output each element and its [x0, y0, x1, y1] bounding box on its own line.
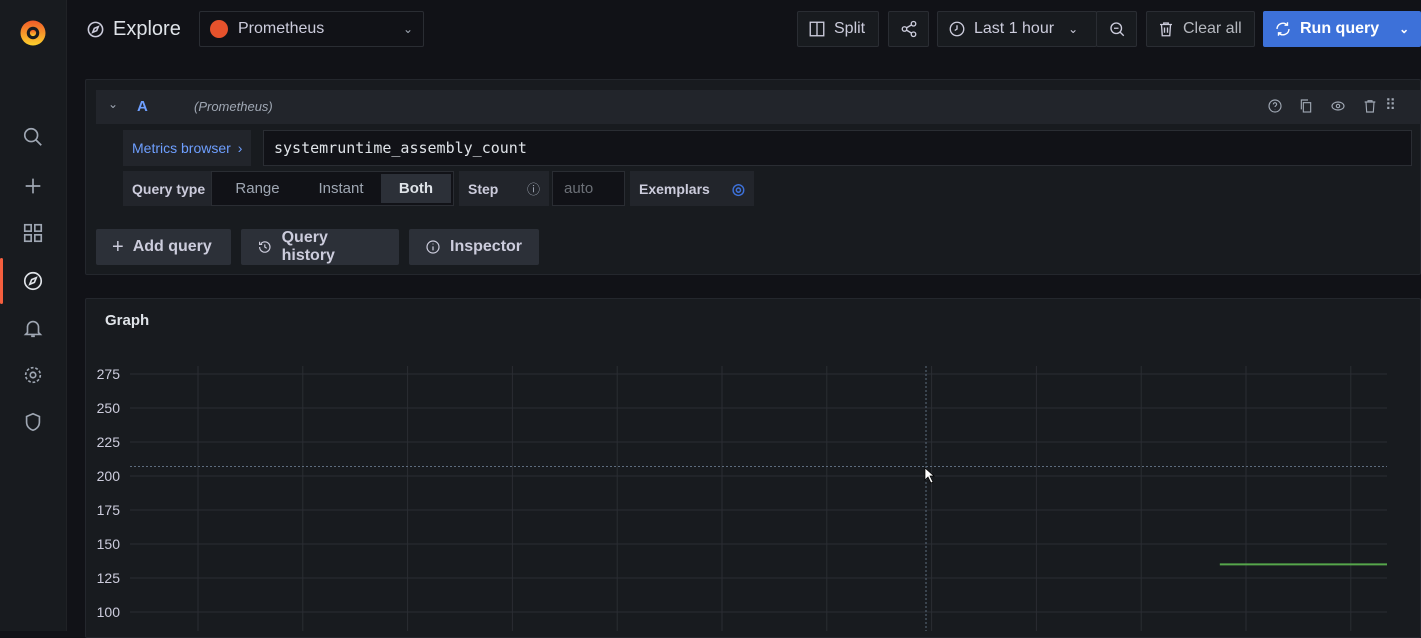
datasource-name: Prometheus	[238, 20, 325, 37]
time-range-picker[interactable]: Last 1 hour ⌄	[937, 11, 1097, 47]
step-input[interactable]: auto	[552, 171, 625, 206]
info-icon[interactable]: ⓘ	[527, 179, 540, 198]
search-icon[interactable]	[20, 124, 46, 150]
step-label: Step ⓘ	[459, 171, 549, 206]
help-icon[interactable]	[1267, 98, 1283, 119]
query-row-header	[96, 90, 1421, 124]
page-title-text: Explore	[113, 18, 181, 40]
bell-icon[interactable]	[20, 315, 46, 341]
chevron-down-icon: ⌄	[402, 22, 413, 36]
run-query-button[interactable]: Run query ⌄	[1263, 11, 1421, 47]
eye-icon[interactable]	[1330, 98, 1346, 119]
graph-title: Graph	[105, 312, 150, 329]
share-icon	[901, 20, 916, 38]
query-type-radio-group: Range Instant Both	[211, 171, 454, 206]
trash-icon	[1160, 22, 1172, 37]
sidebar	[0, 0, 67, 631]
collapse-chevron-icon[interactable]: ⌄	[108, 97, 118, 111]
query-ref-id[interactable]: A	[137, 98, 148, 115]
step-label-text: Step	[468, 180, 499, 197]
query-datasource-hint: (Prometheus)	[194, 99, 273, 114]
metrics-browser-label: Metrics browser	[132, 140, 231, 156]
clear-all-button[interactable]: Clear all	[1146, 11, 1255, 47]
inspector-button[interactable]: Inspector	[409, 229, 539, 265]
y-tick-label: 200	[97, 468, 121, 484]
clock-icon	[949, 21, 965, 37]
drag-handle-icon[interactable]: ⠿	[1385, 96, 1396, 114]
trash-icon[interactable]	[1362, 98, 1378, 119]
time-range-label: Last 1 hour	[974, 20, 1055, 37]
zoom-out-icon	[1109, 22, 1124, 37]
shield-icon[interactable]	[20, 409, 46, 435]
query-history-label: Query history	[281, 229, 335, 264]
split-button[interactable]: Split	[797, 11, 879, 47]
query-type-both[interactable]: Both	[381, 174, 451, 203]
page-title: Explore	[86, 18, 181, 41]
prometheus-icon	[210, 20, 228, 38]
grafana-logo-icon[interactable]	[18, 16, 48, 50]
datasource-picker[interactable]: Prometheus ⌄	[199, 11, 424, 47]
y-tick-label: 250	[97, 400, 121, 416]
y-tick-label: 125	[97, 570, 121, 586]
gear-icon[interactable]	[20, 362, 46, 388]
info-icon	[426, 240, 440, 254]
exemplars-toggle[interactable]: Exemplars ◎	[630, 171, 754, 206]
mouse-cursor-icon	[924, 467, 935, 484]
query-type-range[interactable]: Range	[214, 180, 301, 197]
compass-icon	[87, 21, 104, 38]
split-label: Split	[834, 20, 866, 37]
query-type-label-text: Query type	[132, 180, 206, 197]
step-placeholder: auto	[564, 180, 594, 197]
query-expression-text: systemruntime_assembly_count	[274, 139, 527, 157]
metrics-browser-button[interactable]: Metrics browser ›	[123, 130, 252, 166]
chevron-down-icon[interactable]: ⌄	[1399, 22, 1409, 36]
y-tick-label: 100	[97, 604, 121, 620]
y-tick-label: 225	[97, 434, 121, 450]
query-type-label: Query type	[123, 171, 215, 206]
run-query-label: Run query	[1300, 20, 1380, 37]
query-history-button[interactable]: Query history	[241, 229, 399, 265]
y-tick-label: 175	[97, 502, 121, 518]
explore-compass-icon[interactable]	[20, 268, 46, 294]
inspector-label: Inspector	[450, 238, 523, 255]
chevron-down-icon: ⌄	[1068, 22, 1079, 36]
add-query-button[interactable]: + Add query	[96, 229, 231, 265]
history-icon	[259, 241, 271, 253]
dashboards-icon[interactable]	[20, 220, 46, 246]
duplicate-icon[interactable]	[1298, 98, 1314, 119]
clear-all-label: Clear all	[1183, 20, 1242, 37]
zoom-out-button[interactable]	[1096, 11, 1137, 47]
query-type-instant[interactable]: Instant	[301, 180, 381, 197]
query-expression-input[interactable]: systemruntime_assembly_count	[263, 130, 1412, 166]
eye-icon[interactable]: ◎	[732, 180, 745, 198]
refresh-icon	[1276, 22, 1290, 36]
graph-chart[interactable]: 275 250 225 200 175 150 125 100	[85, 340, 1421, 631]
y-tick-label: 275	[97, 366, 121, 382]
chevron-right-icon: ›	[237, 140, 243, 156]
split-icon	[809, 21, 825, 37]
exemplars-label: Exemplars	[639, 180, 710, 197]
y-tick-label: 150	[97, 536, 121, 552]
plus-icon: +	[112, 235, 124, 258]
share-button[interactable]	[888, 11, 929, 47]
active-indicator	[0, 258, 3, 304]
add-query-label: Add query	[132, 238, 212, 255]
plus-icon[interactable]	[20, 173, 46, 199]
